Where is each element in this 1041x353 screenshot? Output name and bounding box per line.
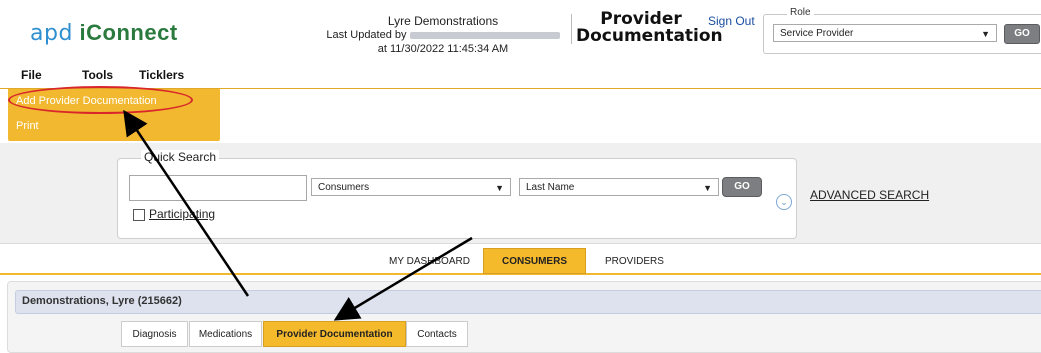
arrow-to-provider-doc-tab (333, 236, 473, 321)
arrow-to-add-menu (123, 109, 250, 297)
annotation-arrows (123, 109, 473, 321)
